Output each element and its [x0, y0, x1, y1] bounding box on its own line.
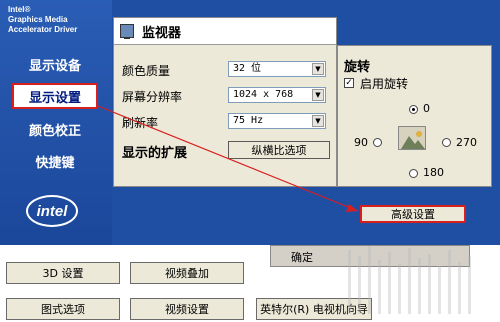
- video-settings-button[interactable]: 视频设置: [130, 298, 244, 320]
- watermark-graphic: [348, 246, 471, 314]
- ok-button[interactable]: 确定: [291, 249, 313, 265]
- 3d-settings-button[interactable]: 3D 设置: [6, 262, 120, 284]
- video-overlay-button[interactable]: 视频叠加: [130, 262, 244, 284]
- schemes-button[interactable]: 图式选项: [6, 298, 120, 320]
